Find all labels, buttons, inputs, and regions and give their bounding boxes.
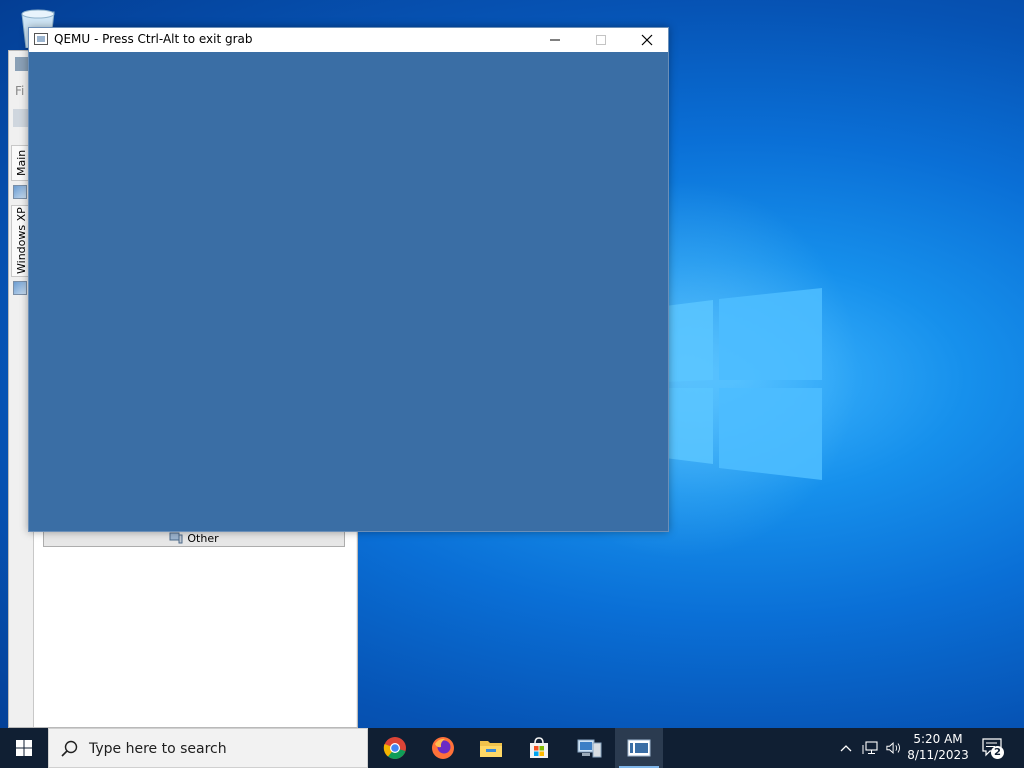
taskbar-remote-desktop[interactable] xyxy=(566,728,614,768)
search-placeholder: Type here to search xyxy=(89,741,227,757)
microsoft-store-icon xyxy=(530,737,548,758)
window-title: QEMU - Press Ctrl-Alt to exit grab xyxy=(54,32,253,46)
computer-icon xyxy=(169,532,183,544)
volume-button[interactable] xyxy=(886,740,902,756)
windows-start-icon xyxy=(16,740,32,756)
taskbar: Type here to search 5:20 AM 8/11/2023 2 xyxy=(0,728,1024,768)
taskbar-chrome[interactable] xyxy=(371,728,419,768)
main-tab-icon xyxy=(13,185,27,199)
close-icon xyxy=(641,34,653,46)
machine-list-area xyxy=(33,531,356,727)
minimize-button[interactable] xyxy=(532,28,578,52)
chevron-up-icon xyxy=(840,745,852,752)
vm-display[interactable] xyxy=(29,52,668,531)
qemu-window[interactable]: QEMU - Press Ctrl-Alt to exit grab xyxy=(28,27,669,532)
start-button[interactable] xyxy=(0,728,48,768)
qemu-window-icon xyxy=(34,33,48,45)
desktop: Fi Main Windows XP Other QEMU - Press Ct… xyxy=(0,0,1024,728)
minimize-icon xyxy=(550,39,560,41)
taskbar-firefox[interactable] xyxy=(419,728,467,768)
windows-xp-tab-icon xyxy=(13,281,27,295)
maximize-icon xyxy=(596,35,606,45)
taskbar-microsoft-store[interactable] xyxy=(515,728,563,768)
notification-count-badge: 2 xyxy=(991,746,1004,759)
taskbar-clock[interactable]: 5:20 AM 8/11/2023 xyxy=(905,731,971,763)
maximize-button xyxy=(578,28,624,52)
show-hidden-icons-button[interactable] xyxy=(838,740,854,756)
remote-desktop-icon xyxy=(577,739,602,758)
windows-logo-wallpaper xyxy=(665,288,822,480)
other-group-label: Other xyxy=(187,531,219,545)
action-center-button[interactable]: 2 xyxy=(982,738,1006,760)
taskbar-qemu[interactable] xyxy=(615,728,663,768)
search-box[interactable]: Type here to search xyxy=(48,728,368,768)
search-icon xyxy=(61,740,78,757)
network-icon xyxy=(862,741,878,754)
firefox-icon xyxy=(432,737,454,759)
clock-time: 5:20 AM xyxy=(913,732,963,746)
speaker-icon xyxy=(886,742,900,754)
network-button[interactable] xyxy=(862,740,878,756)
toolbar-icon-fragment[interactable] xyxy=(13,109,29,127)
clock-date: 8/11/2023 xyxy=(907,748,969,762)
menu-file-fragment[interactable]: Fi xyxy=(15,84,24,98)
qemu-title-bar[interactable]: QEMU - Press Ctrl-Alt to exit grab xyxy=(29,28,668,52)
qemu-app-icon xyxy=(627,739,651,757)
file-explorer-icon xyxy=(480,741,502,757)
close-button[interactable] xyxy=(624,28,670,52)
taskbar-file-explorer[interactable] xyxy=(467,728,515,768)
chrome-icon xyxy=(383,737,406,759)
